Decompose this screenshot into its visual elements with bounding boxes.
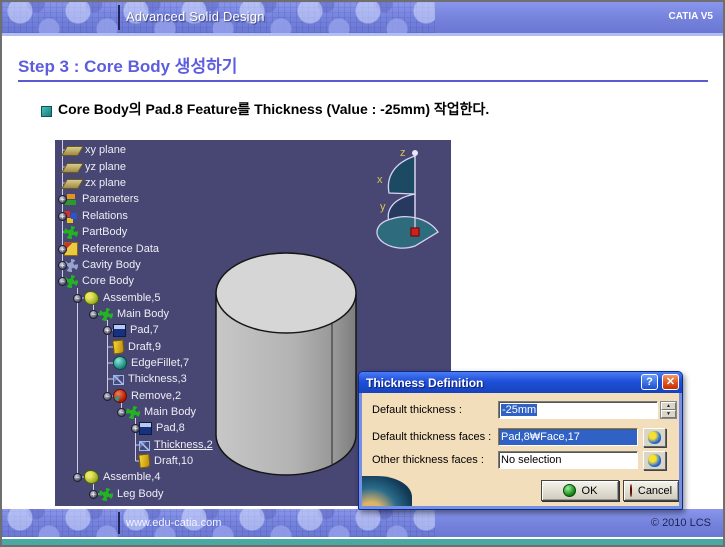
copyright-label: © 2010 LCS: [651, 517, 711, 529]
tree-item-assemble-5[interactable]: Assemble,5: [84, 290, 160, 306]
selector-icon: [648, 431, 661, 444]
z-axis-label: z: [400, 147, 406, 159]
tree-item-reference-data[interactable]: Reference Data: [64, 241, 159, 257]
expander-icon[interactable]: +: [58, 212, 67, 221]
tree-item-core-body[interactable]: Core Body: [64, 273, 134, 289]
cancel-icon: [630, 484, 632, 497]
ok-button[interactable]: OK: [541, 480, 619, 501]
default-thickness-input[interactable]: -25mm: [498, 401, 658, 419]
spin-down-icon[interactable]: ▼: [661, 410, 676, 418]
expander-icon[interactable]: +: [58, 195, 67, 204]
pad-icon: [113, 324, 126, 337]
tree-item-pad-8[interactable]: Pad,8: [139, 420, 185, 436]
remove-icon: [113, 389, 127, 403]
draft-icon: [138, 453, 150, 468]
tree-item-leg-body[interactable]: Leg Body: [99, 486, 163, 502]
brand-label: CATIA V5: [669, 11, 713, 22]
plane-icon: [61, 146, 84, 156]
expander-icon[interactable]: +: [89, 490, 98, 499]
face-selector-button[interactable]: [643, 451, 666, 470]
partbody-icon: [64, 226, 78, 239]
bullet-icon: [41, 106, 52, 117]
course-title: Advanced Solid Design: [126, 9, 265, 24]
tree-item-zx-plane[interactable]: zx plane: [64, 175, 126, 191]
tree-item-thickness-2[interactable]: Thickness,2: [139, 437, 213, 453]
default-thickness-label: Default thickness :: [372, 404, 462, 416]
tree-item-pad-7[interactable]: Pad,7: [113, 322, 159, 338]
spin-up-icon[interactable]: ▲: [661, 402, 676, 410]
default-thickness-faces-input[interactable]: Pad,8₩Face,17: [498, 428, 638, 446]
tree-item-yz-plane[interactable]: yz plane: [64, 159, 126, 175]
assemble-icon: [84, 291, 99, 305]
thickness-definition-dialog: Thickness Definition ? ✕ Default thickne…: [358, 371, 683, 510]
expander-icon[interactable]: −: [58, 277, 67, 286]
edgefillet-icon: [113, 356, 127, 370]
other-thickness-faces-label: Other thickness faces :: [372, 454, 484, 466]
thickness-spinner[interactable]: ▲ ▼: [660, 401, 677, 419]
tree-item-main-body[interactable]: Main Body: [99, 306, 169, 322]
bottom-strip: [2, 539, 723, 545]
tree-item-relations[interactable]: Relations: [64, 208, 128, 224]
slide: Advanced Solid Design CATIA V5 Step 3 : …: [0, 0, 725, 547]
plane-icon: [61, 163, 84, 173]
help-icon[interactable]: ?: [641, 374, 658, 390]
divider: [118, 5, 120, 30]
tree-item-draft-9[interactable]: Draft,9: [113, 339, 161, 355]
draft-icon: [112, 339, 124, 354]
tree-item-thickness-3[interactable]: Thickness,3: [113, 371, 187, 387]
expander-icon[interactable]: +: [131, 424, 140, 433]
footer-banner: www.edu-catia.com © 2010 LCS: [2, 509, 723, 537]
expander-icon[interactable]: −: [89, 310, 98, 319]
ok-icon: [563, 484, 576, 497]
dialog-title: Thickness Definition: [359, 376, 483, 390]
expander-icon[interactable]: −: [103, 392, 112, 401]
thickness-icon: [113, 375, 124, 385]
tree-item-cavity-body[interactable]: Cavity Body: [64, 257, 141, 273]
pad-icon: [139, 422, 152, 435]
bullet-text: Core Body의 Pad.8 Feature를 Thickness (Val…: [58, 99, 489, 119]
website-label: www.edu-catia.com: [126, 517, 221, 529]
divider: [18, 80, 708, 82]
tree-item-assemble-4[interactable]: Assemble,4: [84, 469, 160, 485]
x-axis-label: x: [377, 174, 383, 186]
thickness-icon: [139, 441, 150, 451]
expander-icon[interactable]: −: [73, 473, 82, 482]
page-title: Step 3 : Core Body 생성하기: [18, 52, 237, 77]
body-icon: [126, 406, 140, 419]
tree-item-partbody[interactable]: PartBody: [64, 224, 127, 240]
plane-icon: [61, 179, 84, 189]
body-icon: [99, 488, 113, 501]
tree-item-parameters[interactable]: Parameters: [64, 191, 139, 207]
close-icon[interactable]: ✕: [662, 374, 679, 390]
selector-icon: [648, 454, 661, 467]
y-axis-label: y: [380, 201, 386, 213]
tree-item-draft-10[interactable]: Draft,10: [139, 453, 193, 469]
cancel-button[interactable]: Cancel: [623, 480, 679, 501]
divider: [118, 512, 120, 534]
expander-icon[interactable]: −: [117, 408, 126, 417]
dialog-titlebar[interactable]: Thickness Definition ? ✕: [359, 372, 682, 393]
other-thickness-faces-input[interactable]: No selection: [498, 451, 638, 469]
globe-decoration: [362, 476, 412, 506]
body-icon: [99, 308, 113, 321]
tree-item-edgefillet-7[interactable]: EdgeFillet,7: [113, 355, 189, 371]
face-selector-button[interactable]: [643, 428, 666, 447]
expander-icon[interactable]: +: [58, 261, 67, 270]
default-thickness-faces-label: Default thickness faces :: [372, 431, 491, 443]
divider: [2, 33, 723, 36]
expander-icon[interactable]: +: [103, 326, 112, 335]
dialog-body: Default thickness : -25mm ▲ ▼ Default th…: [362, 393, 679, 506]
expander-icon[interactable]: −: [73, 294, 82, 303]
assemble-icon: [84, 470, 99, 484]
tree-item-remove-2[interactable]: Remove,2: [113, 388, 181, 404]
tree-item-xy-plane[interactable]: xy plane: [64, 142, 126, 158]
tree-item-main-body-2[interactable]: Main Body: [126, 404, 196, 420]
header-banner: Advanced Solid Design CATIA V5: [2, 2, 723, 33]
expander-icon[interactable]: +: [58, 245, 67, 254]
